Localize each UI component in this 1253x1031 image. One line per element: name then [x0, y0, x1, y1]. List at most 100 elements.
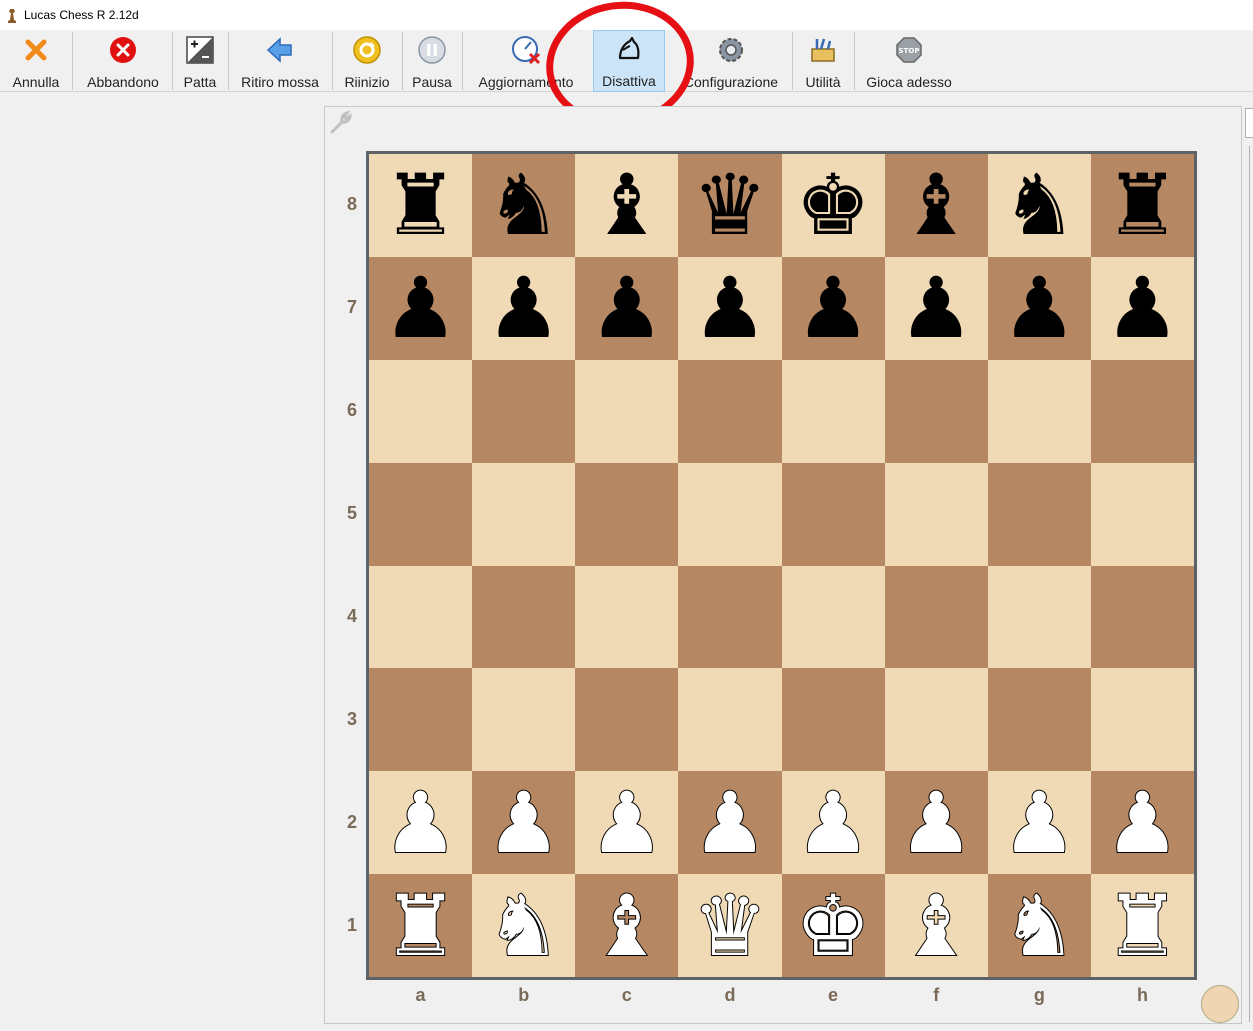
disattiva-button[interactable]: Disattiva [593, 30, 665, 92]
white-pawn-piece[interactable]: ♟ [1001, 780, 1078, 866]
square-f7[interactable]: ♟ [884, 256, 988, 360]
square-a3[interactable] [369, 668, 473, 772]
white-pawn-piece[interactable]: ♟ [588, 780, 665, 866]
white-knight-piece[interactable]: ♞ [485, 883, 562, 969]
square-b3[interactable] [472, 668, 576, 772]
square-c1[interactable]: ♝ [575, 874, 679, 977]
square-f6[interactable] [884, 359, 988, 463]
square-g4[interactable] [987, 565, 1091, 669]
white-bishop-piece[interactable]: ♝ [588, 883, 665, 969]
square-f1[interactable]: ♝ [884, 874, 988, 977]
square-a7[interactable]: ♟ [369, 256, 473, 360]
square-d3[interactable] [678, 668, 782, 772]
square-f8[interactable]: ♝ [884, 154, 988, 257]
square-a5[interactable] [369, 462, 473, 566]
white-king-piece[interactable]: ♚ [794, 883, 871, 969]
configurazione-button[interactable]: Configurazione [676, 32, 786, 90]
black-pawn-piece[interactable]: ♟ [589, 266, 664, 350]
white-pawn-piece[interactable]: ♟ [794, 780, 871, 866]
square-g6[interactable] [987, 359, 1091, 463]
black-pawn-piece[interactable]: ♟ [486, 266, 561, 350]
board-squares[interactable]: ♜ ♞ ♝ ♛ ♚ ♝ ♞ ♜ ♟ ♟ ♟ ♟ ♟ ♟ ♟ ♟ ♟ ♟ ♟ ♟ ♟ ♟ ♟ ♟ ♜ ♞ ♝ ♛ ♚ ♝ ♞ ♜ [369, 154, 1194, 977]
square-d8[interactable]: ♛ [678, 154, 782, 257]
square-c4[interactable] [575, 565, 679, 669]
square-g7[interactable]: ♟ [987, 256, 1091, 360]
black-queen-piece[interactable]: ♛ [692, 163, 767, 247]
annulla-button[interactable]: Annulla [4, 32, 68, 90]
black-pawn-piece[interactable]: ♟ [692, 266, 767, 350]
square-h2[interactable]: ♟ [1090, 771, 1194, 875]
black-pawn-piece[interactable]: ♟ [383, 266, 458, 350]
black-bishop-piece[interactable]: ♝ [589, 163, 664, 247]
square-b2[interactable]: ♟ [472, 771, 576, 875]
black-pawn-piece[interactable]: ♟ [1002, 266, 1077, 350]
white-pawn-piece[interactable]: ♟ [898, 780, 975, 866]
black-rook-piece[interactable]: ♜ [383, 163, 458, 247]
square-g8[interactable]: ♞ [987, 154, 1091, 257]
wrench-icon[interactable] [328, 110, 354, 136]
square-d5[interactable] [678, 462, 782, 566]
square-d2[interactable]: ♟ [678, 771, 782, 875]
square-e4[interactable] [781, 565, 885, 669]
square-g1[interactable]: ♞ [987, 874, 1091, 977]
black-king-piece[interactable]: ♚ [795, 163, 870, 247]
black-pawn-piece[interactable]: ♟ [795, 266, 870, 350]
square-a2[interactable]: ♟ [369, 771, 473, 875]
white-pawn-piece[interactable]: ♟ [382, 780, 459, 866]
square-g5[interactable] [987, 462, 1091, 566]
square-h6[interactable] [1090, 359, 1194, 463]
square-c6[interactable] [575, 359, 679, 463]
aggiornamento-button[interactable]: Aggiornamento [468, 32, 584, 90]
square-b5[interactable] [472, 462, 576, 566]
square-h3[interactable] [1090, 668, 1194, 772]
black-rook-piece[interactable]: ♜ [1105, 163, 1180, 247]
square-c8[interactable]: ♝ [575, 154, 679, 257]
square-a8[interactable]: ♜ [369, 154, 473, 257]
gioca-adesso-button[interactable]: STOP Gioca adesso [860, 32, 958, 90]
square-b6[interactable] [472, 359, 576, 463]
square-a1[interactable]: ♜ [369, 874, 473, 977]
square-c5[interactable] [575, 462, 679, 566]
square-f2[interactable]: ♟ [884, 771, 988, 875]
white-rook-piece[interactable]: ♜ [1104, 883, 1181, 969]
square-g3[interactable] [987, 668, 1091, 772]
square-e6[interactable] [781, 359, 885, 463]
abbandono-button[interactable]: Abbandono [78, 32, 168, 90]
white-bishop-piece[interactable]: ♝ [898, 883, 975, 969]
white-queen-piece[interactable]: ♛ [691, 883, 768, 969]
square-c7[interactable]: ♟ [575, 256, 679, 360]
square-e5[interactable] [781, 462, 885, 566]
black-pawn-piece[interactable]: ♟ [899, 266, 974, 350]
utilita-button[interactable]: Utilità [798, 32, 848, 90]
black-pawn-piece[interactable]: ♟ [1105, 266, 1180, 350]
square-e2[interactable]: ♟ [781, 771, 885, 875]
black-knight-piece[interactable]: ♞ [486, 163, 561, 247]
black-knight-piece[interactable]: ♞ [1002, 163, 1077, 247]
square-e8[interactable]: ♚ [781, 154, 885, 257]
patta-button[interactable]: Patta [178, 32, 222, 90]
white-pawn-piece[interactable]: ♟ [691, 780, 768, 866]
white-knight-piece[interactable]: ♞ [1001, 883, 1078, 969]
square-e3[interactable] [781, 668, 885, 772]
ritiro-mossa-button[interactable]: Ritiro mossa [234, 32, 326, 90]
side-panel-tab[interactable] [1245, 108, 1253, 138]
square-c3[interactable] [575, 668, 679, 772]
square-f5[interactable] [884, 462, 988, 566]
chessboard[interactable]: ♜ ♞ ♝ ♛ ♚ ♝ ♞ ♜ ♟ ♟ ♟ ♟ ♟ ♟ ♟ ♟ ♟ ♟ ♟ ♟ ♟ ♟ ♟ ♟ ♜ ♞ ♝ ♛ ♚ ♝ ♞ ♜ [366, 151, 1197, 980]
riinizio-button[interactable]: Riinizio [338, 32, 396, 90]
white-rook-piece[interactable]: ♜ [382, 883, 459, 969]
square-h7[interactable]: ♟ [1090, 256, 1194, 360]
square-d6[interactable] [678, 359, 782, 463]
square-h8[interactable]: ♜ [1090, 154, 1194, 257]
square-b8[interactable]: ♞ [472, 154, 576, 257]
square-b4[interactable] [472, 565, 576, 669]
square-c2[interactable]: ♟ [575, 771, 679, 875]
white-pawn-piece[interactable]: ♟ [485, 780, 562, 866]
square-a6[interactable] [369, 359, 473, 463]
square-h4[interactable] [1090, 565, 1194, 669]
white-pawn-piece[interactable]: ♟ [1104, 780, 1181, 866]
square-d4[interactable] [678, 565, 782, 669]
square-e7[interactable]: ♟ [781, 256, 885, 360]
square-b1[interactable]: ♞ [472, 874, 576, 977]
square-f3[interactable] [884, 668, 988, 772]
